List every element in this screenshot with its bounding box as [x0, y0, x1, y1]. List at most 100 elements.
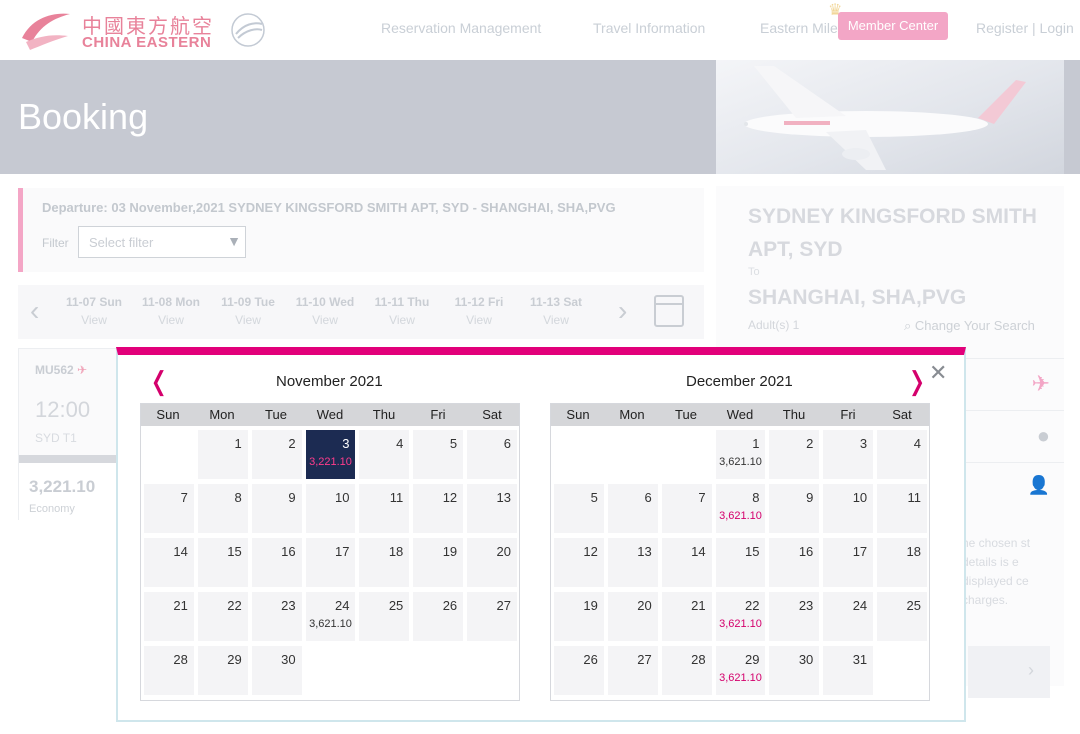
day-cell[interactable]: 7 [144, 484, 194, 533]
day-cell[interactable]: 22 3,621.10 [715, 592, 766, 641]
day-cell[interactable]: 29 [197, 646, 248, 695]
day-cell[interactable]: 2 [769, 430, 820, 479]
day-cell[interactable]: 18 [877, 538, 928, 587]
day-cell[interactable]: 10 [305, 484, 356, 533]
day-cell[interactable]: 28 [144, 646, 194, 695]
calendar-prev-month-icon[interactable]: ❬ [148, 367, 170, 397]
day-cell[interactable]: 3 [823, 430, 874, 479]
day-cell[interactable]: 13 [467, 484, 518, 533]
date-option[interactable]: 11-11 Thu View [364, 295, 440, 327]
register-login-link[interactable]: Register | Login [976, 20, 1074, 36]
day-cell[interactable]: 27 [607, 646, 658, 695]
day-cell[interactable]: 9 [251, 484, 302, 533]
day-cell[interactable]: 15 [715, 538, 766, 587]
day-cell[interactable]: 6 [607, 484, 658, 533]
fare-option[interactable]: 3,221.10 Economy [19, 455, 119, 521]
day-cell[interactable]: 13 [607, 538, 658, 587]
day-cell[interactable]: 1 3,621.10 [715, 430, 766, 479]
day-cell[interactable]: 6 [467, 430, 518, 479]
day-cell[interactable]: 30 [769, 646, 820, 695]
date-option[interactable]: 11-12 Fri View [441, 295, 517, 327]
day-cell[interactable]: 7 [661, 484, 712, 533]
nav-eastern-miles[interactable]: Eastern Miles [760, 20, 845, 36]
flight-card[interactable]: MU562 ✈ 12:00 SYD T1 3,221.10 Economy [18, 348, 119, 521]
date-option[interactable]: 11-07 Sun View [56, 295, 132, 327]
day-cell[interactable]: 11 [877, 484, 928, 533]
change-search-link[interactable]: ⌕ Change Your Search [904, 318, 1035, 334]
day-cell[interactable]: 29 3,621.10 [715, 646, 766, 695]
day-cell[interactable]: 17 [305, 538, 356, 587]
day-cell[interactable]: 19 [554, 592, 604, 641]
date-option-label: 11-12 Fri [454, 295, 504, 309]
calendar-icon[interactable] [654, 295, 684, 327]
filter-label: Filter [42, 236, 69, 250]
nav-travel-information[interactable]: Travel Information [593, 20, 705, 36]
day-cell[interactable]: 24 3,621.10 [305, 592, 356, 641]
date-view-link[interactable]: View [56, 313, 132, 327]
date-view-link[interactable]: View [364, 313, 440, 327]
day-cell[interactable]: 26 [554, 646, 604, 695]
day-cell[interactable]: 19 [413, 538, 464, 587]
day-cell[interactable]: 9 [769, 484, 820, 533]
day-cell[interactable]: 14 [661, 538, 712, 587]
calendar-next-month-icon[interactable]: ❭ [906, 367, 928, 397]
day-cell[interactable]: 5 [413, 430, 464, 479]
day-cell[interactable]: 2 [251, 430, 302, 479]
day-cell[interactable]: 12 [413, 484, 464, 533]
day-cell[interactable]: 1 [197, 430, 248, 479]
date-view-link[interactable]: View [210, 313, 286, 327]
china-eastern-logo[interactable]: 中國東方航空 CHINA EASTERN [18, 8, 278, 54]
nav-reservation-management[interactable]: Reservation Management [381, 20, 541, 36]
date-option[interactable]: 11-10 Wed View [287, 295, 363, 327]
day-cell[interactable]: 4 [359, 430, 410, 479]
day-cell[interactable]: 23 [251, 592, 302, 641]
filter-select[interactable]: Select filter ▼ [78, 226, 246, 258]
dates-next-arrow-icon[interactable]: › [618, 295, 627, 327]
day-cell[interactable]: 17 [823, 538, 874, 587]
weekday-label: Mon [209, 407, 235, 422]
date-view-link[interactable]: View [287, 313, 363, 327]
date-option[interactable]: 11-09 Tue View [210, 295, 286, 327]
day-cell[interactable]: 25 [359, 592, 410, 641]
day-cell[interactable]: 8 [197, 484, 248, 533]
day-cell[interactable]: 25 [877, 592, 928, 641]
day-cell[interactable]: 8 3,621.10 [715, 484, 766, 533]
date-view-link[interactable]: View [133, 313, 209, 327]
plane-icon: ✈ [1031, 371, 1050, 396]
day-cell[interactable]: 27 [467, 592, 518, 641]
day-cell[interactable]: 14 [144, 538, 194, 587]
day-cell[interactable]: 10 [823, 484, 874, 533]
day-cell[interactable]: 21 [144, 592, 194, 641]
day-cell[interactable]: 24 [823, 592, 874, 641]
day-cell[interactable]: 20 [467, 538, 518, 587]
day-cell-selected[interactable]: 3 3,221.10 [305, 430, 356, 479]
day-cell[interactable]: 18 [359, 538, 410, 587]
day-cell[interactable]: 23 [769, 592, 820, 641]
continue-button[interactable]: › [968, 646, 1050, 698]
day-cell[interactable]: 11 [359, 484, 410, 533]
day-cell[interactable]: 28 [661, 646, 712, 695]
week-row: 1 3,621.10 2 3 4 [552, 430, 929, 484]
day-cell[interactable]: 16 [769, 538, 820, 587]
day-cell[interactable]: 22 [197, 592, 248, 641]
date-option[interactable]: 11-13 Sat View [518, 295, 594, 327]
day-cell[interactable]: 15 [197, 538, 248, 587]
close-icon[interactable]: ✕ [929, 361, 947, 386]
day-cell[interactable]: 16 [251, 538, 302, 587]
day-empty [359, 646, 409, 695]
day-cell[interactable]: 30 [251, 646, 302, 695]
day-cell[interactable]: 20 [607, 592, 658, 641]
day-cell[interactable]: 21 [661, 592, 712, 641]
member-center-button[interactable]: Member Center [838, 12, 948, 40]
day-cell[interactable]: 26 [413, 592, 464, 641]
day-price: 3,621.10 [719, 672, 762, 684]
date-option[interactable]: 11-08 Mon View [133, 295, 209, 327]
dates-prev-arrow-icon[interactable]: ‹ [30, 295, 39, 327]
date-view-link[interactable]: View [518, 313, 594, 327]
date-view-link[interactable]: View [441, 313, 517, 327]
day-cell[interactable]: 5 [554, 484, 604, 533]
logo-english-text: CHINA EASTERN [82, 34, 212, 51]
day-cell[interactable]: 12 [554, 538, 604, 587]
day-cell[interactable]: 4 [877, 430, 928, 479]
day-cell[interactable]: 31 [823, 646, 874, 695]
